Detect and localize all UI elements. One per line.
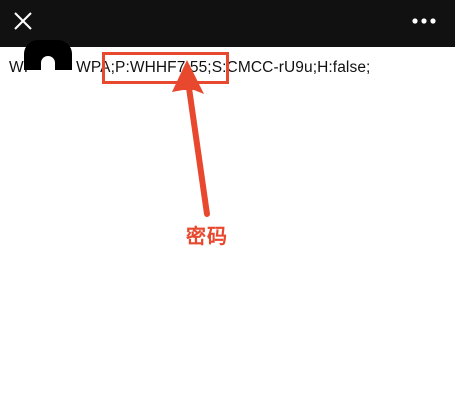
redaction-mark-notch [41, 56, 55, 70]
password-annotation-label: 密码 [186, 224, 228, 248]
close-icon [14, 12, 32, 30]
screen: WI WPA;P:WHHF7 55;S:CMCC-rU9u;H:false; 密码 [0, 0, 455, 400]
top-bar [0, 0, 455, 47]
more-button[interactable] [407, 6, 441, 36]
close-button[interactable] [8, 6, 38, 36]
more-horizontal-icon [412, 18, 436, 24]
arrow-up-icon [172, 60, 210, 217]
